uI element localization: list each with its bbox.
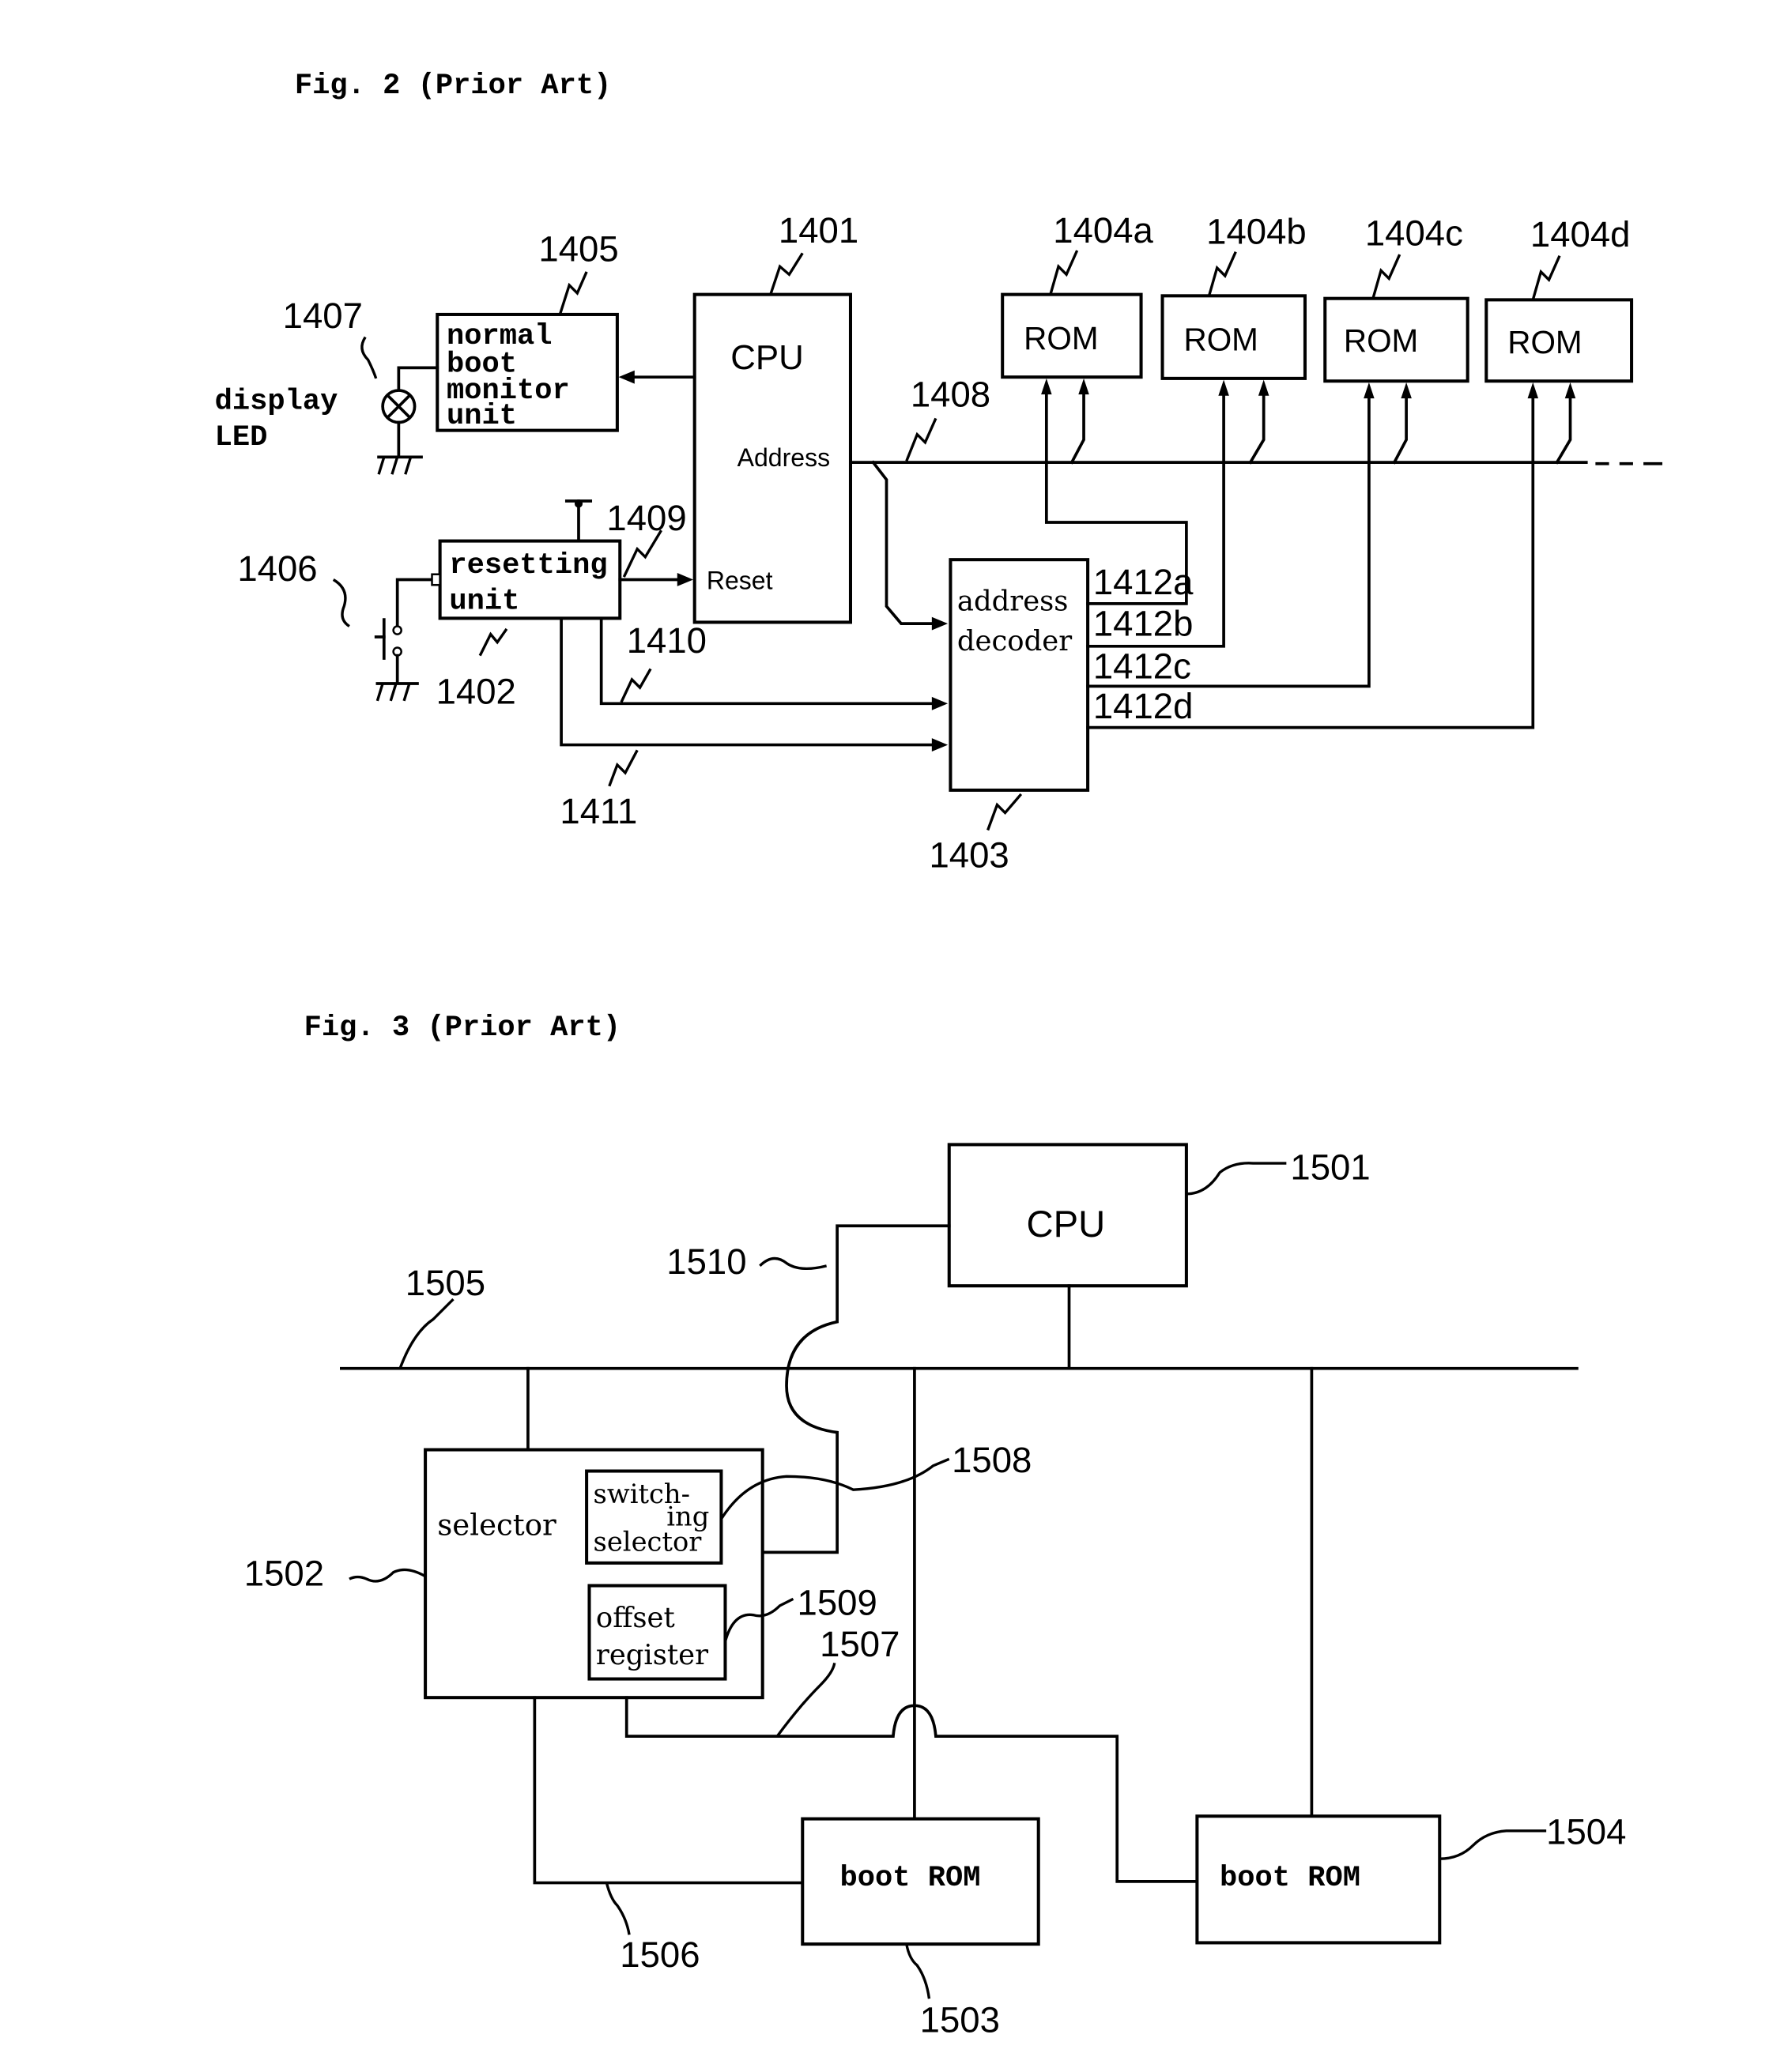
fig2-rom-b-label: ROM <box>1184 321 1258 357</box>
fig3-boot-rom-1504: boot ROM <box>1195 1814 1442 1945</box>
fig2-display-led-line-2: LED <box>215 421 268 454</box>
fig2-display-led-line-1: display <box>215 386 338 419</box>
fig2-cpu-reset-port: Reset <box>707 566 773 594</box>
fig2-decoder-line-2: decoder <box>957 625 1072 657</box>
fig2-cpu-block: CPU Address Reset <box>692 292 852 624</box>
arrow-to-monitor <box>618 370 635 384</box>
fig3-ref-1507: 1507 <box>820 1624 900 1664</box>
fig2-ref-1404b: 1404b <box>1206 212 1307 252</box>
fig3-ref-1509: 1509 <box>798 1583 877 1623</box>
fig2-ref-1404d: 1404d <box>1530 214 1631 254</box>
fig2-ref-1407: 1407 <box>283 296 363 336</box>
fig2-ref-1403: 1403 <box>929 835 1009 876</box>
fig3-offset-register-block: offset register <box>587 1584 727 1681</box>
fig3-selector-label: selector <box>437 1508 556 1542</box>
fig2-cpu-label: CPU <box>730 338 804 377</box>
fig2-ref-1404a: 1404a <box>1053 210 1153 251</box>
fig2-reset-unit-line-2: unit <box>449 586 519 619</box>
fig2-ref-1409: 1409 <box>606 498 686 538</box>
fig3-cpu-label: CPU <box>1027 1204 1106 1245</box>
fig2-ref-1402: 1402 <box>436 671 516 711</box>
fig3-title: Fig. 3 (Prior Art) <box>304 1012 621 1045</box>
fig2-ref-1401: 1401 <box>779 210 858 251</box>
fig2-ref-1405: 1405 <box>538 228 618 269</box>
fig3-ref-1502: 1502 <box>244 1554 324 1594</box>
fig2-resetting-unit-block: resetting unit <box>438 539 622 620</box>
fig3-boot-rom-1504-label: boot ROM <box>1220 1862 1360 1895</box>
fig3-offset-line-1: offset <box>596 1602 675 1634</box>
fig2-ref-1408: 1408 <box>911 374 990 414</box>
fig2-reset-switch <box>374 573 442 702</box>
fig2-rom-b: ROM <box>1160 294 1307 380</box>
fig3-cpu-block: CPU <box>947 1143 1188 1288</box>
fig3-ref-1510: 1510 <box>666 1241 746 1282</box>
fig3-ref-1508: 1508 <box>952 1440 1032 1480</box>
fig2-ref-1406: 1406 <box>237 548 317 589</box>
fig2-display-led <box>377 366 439 475</box>
fig3-boot-rom-1503: boot ROM <box>801 1817 1040 1946</box>
fig2-select-1412a: 1412a <box>1093 562 1194 602</box>
fig2-normal-boot-monitor-block: normal boot monitor unit <box>436 312 619 433</box>
fig2-ref-1411: 1411 <box>560 791 637 831</box>
fig2-rom-d-label: ROM <box>1507 324 1582 360</box>
fig3-ref-1501: 1501 <box>1290 1147 1370 1187</box>
fig3-ref-1504: 1504 <box>1546 1812 1626 1852</box>
fig3-offset-line-2: register <box>596 1639 708 1671</box>
fig2-select-1412c: 1412c <box>1093 646 1191 686</box>
fig2-select-1412d: 1412d <box>1093 686 1194 726</box>
fig2-rom-d: ROM <box>1484 298 1634 383</box>
fig2-rom-c: ROM <box>1323 296 1469 383</box>
fig3-ref-1505: 1505 <box>406 1263 485 1303</box>
fig2-cpu-address-port: Address <box>737 443 830 472</box>
fig3-boot-rom-1503-label: boot ROM <box>839 1862 980 1895</box>
fig2-title: Fig. 2 (Prior Art) <box>295 70 612 103</box>
fig2-address-decoder-block: address decoder <box>949 558 1090 792</box>
patent-figures: Fig. 2 (Prior Art) CPU Address Reset 140… <box>215 70 1663 2040</box>
fig2-select-1412b: 1412b <box>1093 603 1194 643</box>
fig2-rom-a: ROM <box>1001 292 1143 379</box>
fig3-switching-selector-block: switch- ing selector <box>585 1469 723 1565</box>
fig2-rom-c-label: ROM <box>1344 322 1418 359</box>
fig2-ref-1410: 1410 <box>627 620 707 661</box>
fig2-ref-1404c: 1404c <box>1365 213 1463 253</box>
fig3-switching-line-3: selector <box>594 1527 703 1558</box>
fig2-nbm-line-4: unit <box>447 400 517 433</box>
fig2-decoder-line-1: address <box>957 585 1069 617</box>
fig3-ref-1506: 1506 <box>620 1934 700 1975</box>
fig3-ref-1503: 1503 <box>920 1999 1000 2040</box>
fig2-reset-unit-line-1: resetting <box>449 549 607 582</box>
fig2-rom-a-label: ROM <box>1024 320 1098 356</box>
